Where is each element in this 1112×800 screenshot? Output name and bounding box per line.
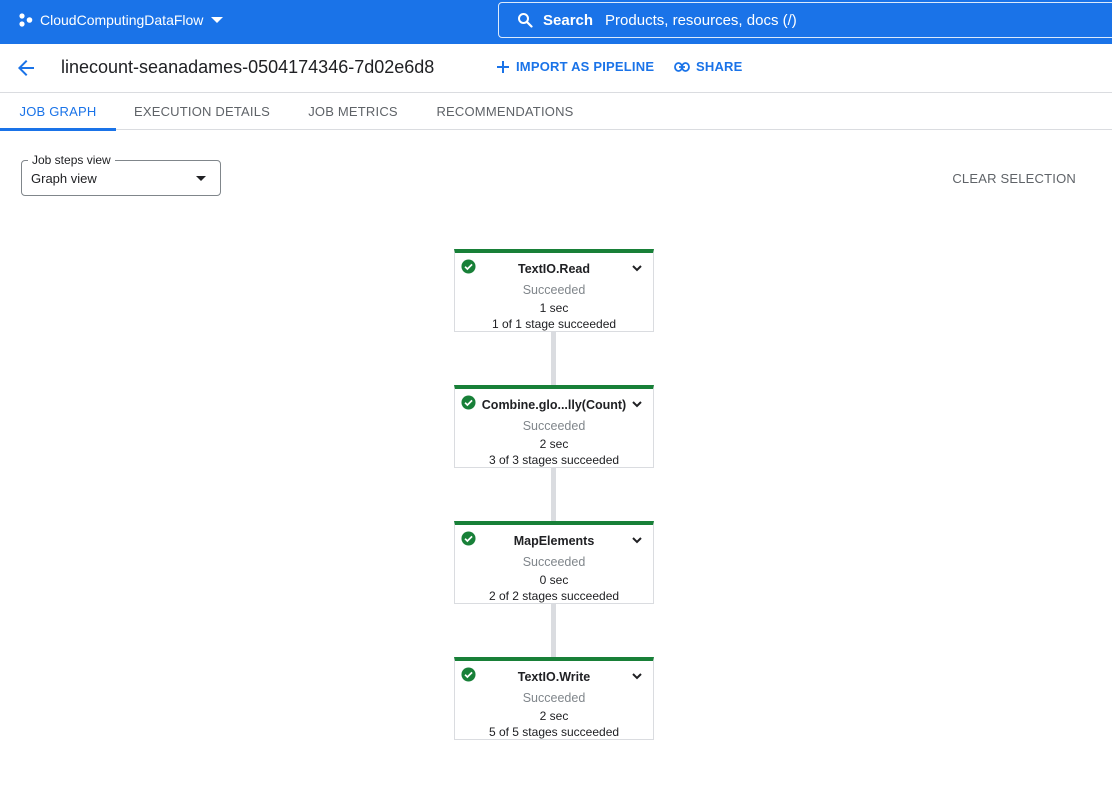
import-label: IMPORT AS PIPELINE — [516, 59, 655, 74]
tab-job-metrics[interactable]: JOB METRICS — [298, 93, 408, 130]
node-stages: 5 of 5 stages succeeded — [488, 725, 620, 739]
share-label: SHARE — [696, 59, 743, 74]
plus-icon — [497, 60, 509, 73]
chevron-down-icon[interactable] — [631, 670, 643, 682]
project-icon — [19, 13, 33, 27]
back-arrow-icon[interactable] — [14, 56, 38, 80]
job-steps-view-label: Job steps view — [28, 153, 115, 167]
node-duration: 2 sec — [539, 709, 569, 723]
clear-selection-button[interactable]: CLEAR SELECTION — [952, 171, 1076, 186]
chevron-down-icon[interactable] — [631, 534, 643, 546]
link-icon — [674, 61, 690, 72]
node-stages: 2 of 2 stages succeeded — [488, 589, 620, 603]
node-name: Combine.glo...lly(Count) — [481, 398, 627, 412]
search-bar[interactable]: Search Products, resources, docs (/) — [498, 2, 1112, 38]
graph-edge — [551, 604, 556, 658]
graph-node-combine[interactable]: Combine.glo...lly(Count) Succeeded 2 sec… — [454, 385, 654, 468]
import-as-pipeline-button[interactable]: IMPORT AS PIPELINE — [496, 59, 654, 74]
dropdown-arrow-icon — [196, 176, 206, 181]
job-header: linecount-seanadames-0504174346-7d02e6d8… — [0, 44, 1112, 93]
tab-execution-details[interactable]: EXECUTION DETAILS — [128, 93, 276, 130]
node-name: TextIO.Write — [517, 670, 591, 684]
chevron-down-icon[interactable] — [631, 262, 643, 274]
node-duration: 1 sec — [539, 301, 569, 315]
project-name: CloudComputingDataFlow — [40, 12, 204, 28]
node-duration: 2 sec — [539, 437, 569, 451]
share-button[interactable]: SHARE — [674, 59, 743, 74]
chevron-down-icon[interactable] — [631, 398, 643, 410]
node-stages: 3 of 3 stages succeeded — [488, 453, 620, 467]
top-bar: CloudComputingDataFlow Search Products, … — [0, 0, 1112, 44]
search-label: Search — [543, 11, 594, 29]
node-stages: 1 of 1 stage succeeded — [491, 317, 617, 331]
graph-edge — [551, 332, 556, 386]
graph-edge — [551, 468, 556, 522]
node-status: Succeeded — [522, 283, 586, 297]
graph-node-map-elements[interactable]: MapElements Succeeded 0 sec 2 of 2 stage… — [454, 521, 654, 604]
tab-bar: JOB GRAPH EXECUTION DETAILS JOB METRICS … — [0, 93, 1112, 131]
tab-job-graph[interactable]: JOB GRAPH — [0, 93, 116, 131]
node-duration: 0 sec — [539, 573, 569, 587]
graph-node-textio-write[interactable]: TextIO.Write Succeeded 2 sec 5 of 5 stag… — [454, 657, 654, 740]
project-selector[interactable]: CloudComputingDataFlow — [18, 0, 224, 40]
search-icon — [518, 13, 533, 28]
job-steps-view-value: Graph view — [31, 171, 97, 186]
chevron-down-icon — [211, 17, 224, 23]
tab-recommendations[interactable]: RECOMMENDATIONS — [430, 93, 580, 130]
node-status: Succeeded — [522, 691, 586, 705]
node-status: Succeeded — [522, 419, 586, 433]
node-name: MapElements — [513, 534, 595, 548]
page-title: linecount-seanadames-0504174346-7d02e6d8 — [61, 57, 435, 77]
graph-node-textio-read[interactable]: TextIO.Read Succeeded 1 sec 1 of 1 stage… — [454, 249, 654, 332]
node-name: TextIO.Read — [517, 262, 590, 276]
job-steps-view-select[interactable]: Job steps view Graph view — [21, 153, 221, 196]
search-placeholder: Products, resources, docs (/) — [605, 11, 797, 29]
node-status: Succeeded — [522, 555, 586, 569]
